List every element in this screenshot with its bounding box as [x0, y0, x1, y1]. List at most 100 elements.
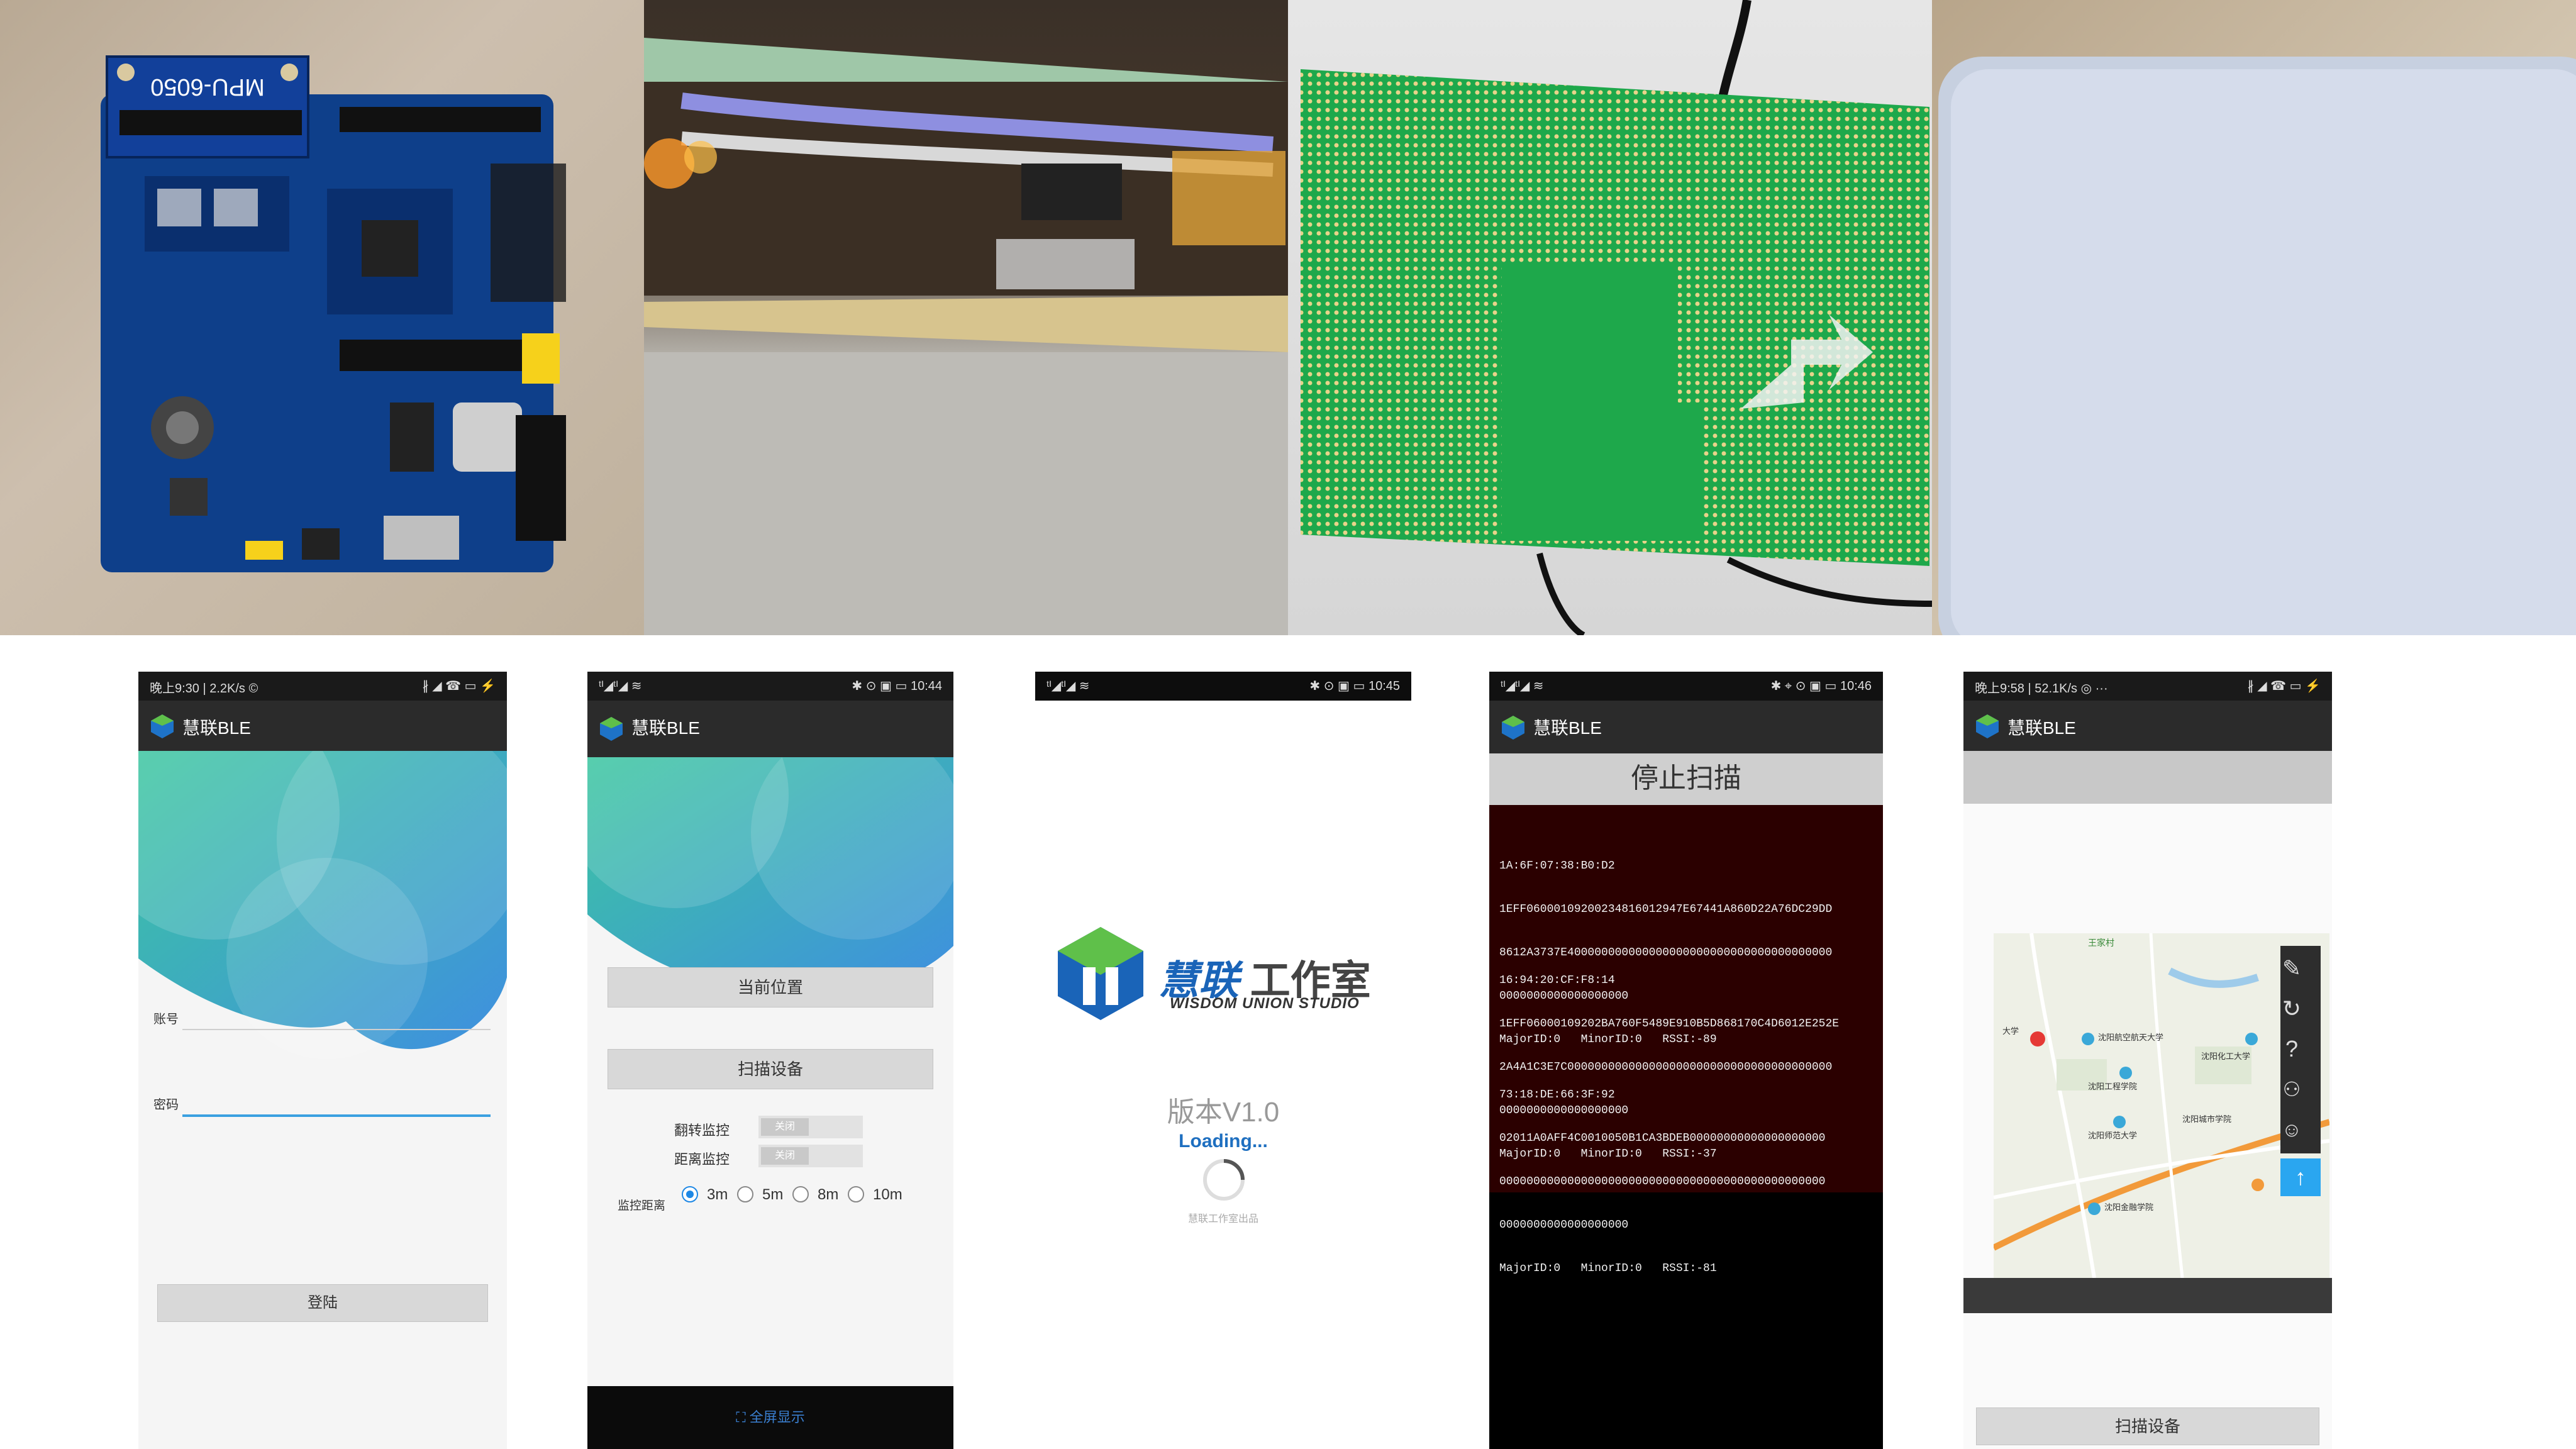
- device-raw: 0000000000000000000: [1499, 1219, 1629, 1231]
- status-left: 晚上9:58 | 52.1K/s ◎ ···: [1975, 682, 2108, 696]
- status-right: ∦ ◢ ☎ ▭ ⚡: [422, 679, 496, 693]
- status-bar: ᵗᴵ◢ᵗᴵ◢ ≋ ✱ ⊙ ▣ ▭ 10:45: [1035, 672, 1411, 701]
- status-bar: ᵗᴵ◢ᵗᴵ◢ ≋ ✱ ⌖ ⊙ ▣ ▭ 10:46: [1489, 672, 1883, 701]
- device-raw: 1EFF06000109200234816012947E67441A860D22…: [1499, 903, 1833, 916]
- edit-icon[interactable]: ✎: [2272, 948, 2312, 989]
- map-label: 沈阳化工大学: [2201, 1052, 2250, 1061]
- status-bar: 晚上9:30 | 2.2K/s © ∦ ◢ ☎ ▭ ⚡: [138, 672, 507, 701]
- screen-scan-results: ᵗᴵ◢ᵗᴵ◢ ≋ ✱ ⌖ ⊙ ▣ ▭ 10:46 慧联BLE 停止扫描 1A:6…: [1489, 672, 1883, 1449]
- app-bar: 慧联BLE: [587, 701, 953, 757]
- app-logo-icon: [1976, 714, 1999, 738]
- range-3m-radio[interactable]: [682, 1186, 698, 1202]
- account-label: 账号: [153, 1013, 179, 1026]
- range-8m-radio[interactable]: [792, 1186, 809, 1202]
- status-right: ✱ ⊙ ▣ ▭ 10:44: [852, 679, 942, 693]
- distance-monitor-toggle[interactable]: 关闭: [758, 1145, 863, 1167]
- stop-scan-button[interactable]: 停止扫描: [1489, 753, 1883, 805]
- studio-name-en: WISDOM UNION STUDIO: [1170, 995, 1360, 1012]
- range-5m-radio[interactable]: [737, 1186, 753, 1202]
- flip-monitor-toggle[interactable]: 关闭: [758, 1116, 863, 1138]
- loading-spinner-icon: [1203, 1159, 1245, 1201]
- range-3m-label: 3m: [707, 1186, 728, 1203]
- map-label: 沈阳城市学院: [2182, 1114, 2231, 1124]
- fullscreen-button[interactable]: ⛶ 全屏显示: [587, 1406, 953, 1426]
- map-label: 沈阳航空航天大学: [2098, 1033, 2163, 1042]
- app-logo-icon: [600, 717, 623, 741]
- photo-device-case: [1932, 0, 2576, 635]
- app-title: 慧联BLE: [182, 718, 251, 738]
- header-artwork: [138, 751, 507, 1091]
- bottom-bar: ⛶ 全屏显示: [587, 1386, 953, 1449]
- app-bar: 慧联BLE: [1963, 701, 2332, 751]
- locate-up-icon[interactable]: ↑: [2280, 1158, 2321, 1196]
- studio-logo-icon: [1058, 927, 1143, 1020]
- case-illustration: [1938, 57, 2576, 635]
- app-bar: 慧联BLE: [1489, 701, 1883, 753]
- status-right: ∦ ◢ ☎ ▭ ⚡: [2247, 679, 2321, 693]
- screen-splash: ᵗᴵ◢ᵗᴵ◢ ≋ ✱ ⊙ ▣ ▭ 10:45 慧联 工作室 WISDOM UNI…: [1035, 672, 1411, 1449]
- password-input[interactable]: [182, 1114, 491, 1117]
- status-left: ᵗᴵ◢ᵗᴵ◢ ≋: [599, 679, 642, 693]
- device-raw: 1EFF06000109202BA760F5489E910B5D868170C4…: [1499, 1018, 1840, 1030]
- screen-control: ᵗᴵ◢ᵗᴵ◢ ≋ ✱ ⊙ ▣ ▭ 10:44 慧联BLE 当前位置 扫描设备 翻…: [587, 672, 953, 1449]
- list-item[interactable]: 73:18:DE:66:3F:92 02011A0AFF4C0010050B1C…: [1499, 1059, 1877, 1305]
- device-raw: 02011A0AFF4C0010050B1CA3BDEB000000000000…: [1499, 1132, 1826, 1145]
- map-label: 沈阳金融学院: [2104, 1202, 2153, 1212]
- device-info: MajorID:0 MinorID:0 RSSI:-81: [1499, 1262, 1717, 1275]
- account-input[interactable]: [182, 1029, 491, 1030]
- toggle-state: 关闭: [761, 1118, 809, 1136]
- device-mac: 16:94:20:CF:F8:14: [1499, 974, 1615, 987]
- user-icon[interactable]: ☺: [2272, 1109, 2312, 1150]
- map-label: 王家村: [2088, 938, 2114, 948]
- current-location-button[interactable]: 当前位置: [608, 967, 933, 1008]
- screen-login: 晚上9:30 | 2.2K/s © ∦ ◢ ☎ ▭ ⚡ 慧联BLE 账号 密码 …: [138, 672, 507, 1449]
- status-bar: 晚上9:58 | 52.1K/s ◎ ··· ∦ ◢ ☎ ▭ ⚡: [1963, 672, 2332, 701]
- monitor-range-label: 监控距离: [618, 1199, 666, 1213]
- app-logo-icon: [151, 714, 174, 738]
- range-8m-label: 8m: [818, 1186, 839, 1203]
- board-silk-text: MPU-6050: [150, 74, 265, 100]
- login-button[interactable]: 登陆: [157, 1284, 488, 1322]
- map-view[interactable]: 王家村 沈阳航空航天大学 沈阳工程学院 沈阳师范大学 沈阳化工大学 沈阳金融学院…: [1994, 933, 2329, 1278]
- scan-devices-button[interactable]: 扫描设备: [608, 1049, 933, 1089]
- range-10m-radio[interactable]: [848, 1186, 864, 1202]
- map-label: 大学: [2002, 1026, 2019, 1036]
- map-bottom-bar: [1963, 1278, 2332, 1313]
- map-label: 沈阳师范大学: [2088, 1131, 2137, 1140]
- status-right: ✱ ⌖ ⊙ ▣ ▭ 10:46: [1770, 679, 1872, 693]
- app-title: 慧联BLE: [1533, 718, 1602, 738]
- status-left: 晚上9:30 | 2.2K/s ©: [150, 682, 258, 696]
- app-bar: 慧联BLE: [138, 701, 507, 751]
- distance-monitor-label: 距离监控: [674, 1152, 730, 1167]
- device-mac: 1A:6F:07:38:B0:D2: [1499, 860, 1615, 872]
- range-10m-label: 10m: [873, 1186, 902, 1203]
- app-title: 慧联BLE: [2007, 718, 2076, 738]
- scan-devices-button[interactable]: 扫描设备: [1976, 1407, 2319, 1445]
- status-left: ᵗᴵ◢ᵗᴵ◢ ≋: [1501, 679, 1544, 693]
- help-icon[interactable]: ?: [2272, 1029, 2312, 1069]
- scan-results-list: 1A:6F:07:38:B0:D2 1EFF060001092002348160…: [1489, 805, 1883, 1275]
- fullscreen-icon: ⛶: [736, 1409, 750, 1425]
- toolbar-strip: [1963, 751, 2332, 804]
- range-5m-label: 5m: [762, 1186, 784, 1203]
- loading-label: Loading...: [1179, 1131, 1268, 1152]
- refresh-icon[interactable]: ↻: [2272, 989, 2312, 1029]
- dev-board-illustration: MPU-6050: [101, 55, 566, 572]
- app-logo-icon: [1502, 716, 1524, 740]
- photo-enclosure-wires: [644, 0, 1288, 635]
- status-left: ᵗᴵ◢ᵗᴵ◢ ≋: [1046, 679, 1090, 693]
- enclosure-illustration: [644, 38, 1288, 635]
- fullscreen-label: 全屏显示: [749, 1409, 805, 1425]
- device-raw: 0000000000000000000000000000000000000000…: [1499, 1175, 1826, 1188]
- footer-credit: 慧联工作室出品: [1187, 1214, 1258, 1224]
- app-title: 慧联BLE: [631, 718, 700, 738]
- photo-dev-board: MPU-6050: [0, 0, 644, 635]
- version-label: 版本V1.0: [1167, 1097, 1280, 1128]
- map-toolbar: ✎ ↻ ? ⚇ ☺: [2280, 946, 2321, 1153]
- status-bar: ᵗᴵ◢ᵗᴵ◢ ≋ ✱ ⊙ ▣ ▭ 10:44: [587, 672, 953, 701]
- map-label: 沈阳工程学院: [2088, 1082, 2137, 1091]
- flip-monitor-label: 翻转监控: [674, 1123, 730, 1138]
- toggle-state: 关闭: [761, 1147, 809, 1165]
- group-icon[interactable]: ⚇: [2272, 1069, 2312, 1109]
- password-label: 密码: [153, 1098, 179, 1112]
